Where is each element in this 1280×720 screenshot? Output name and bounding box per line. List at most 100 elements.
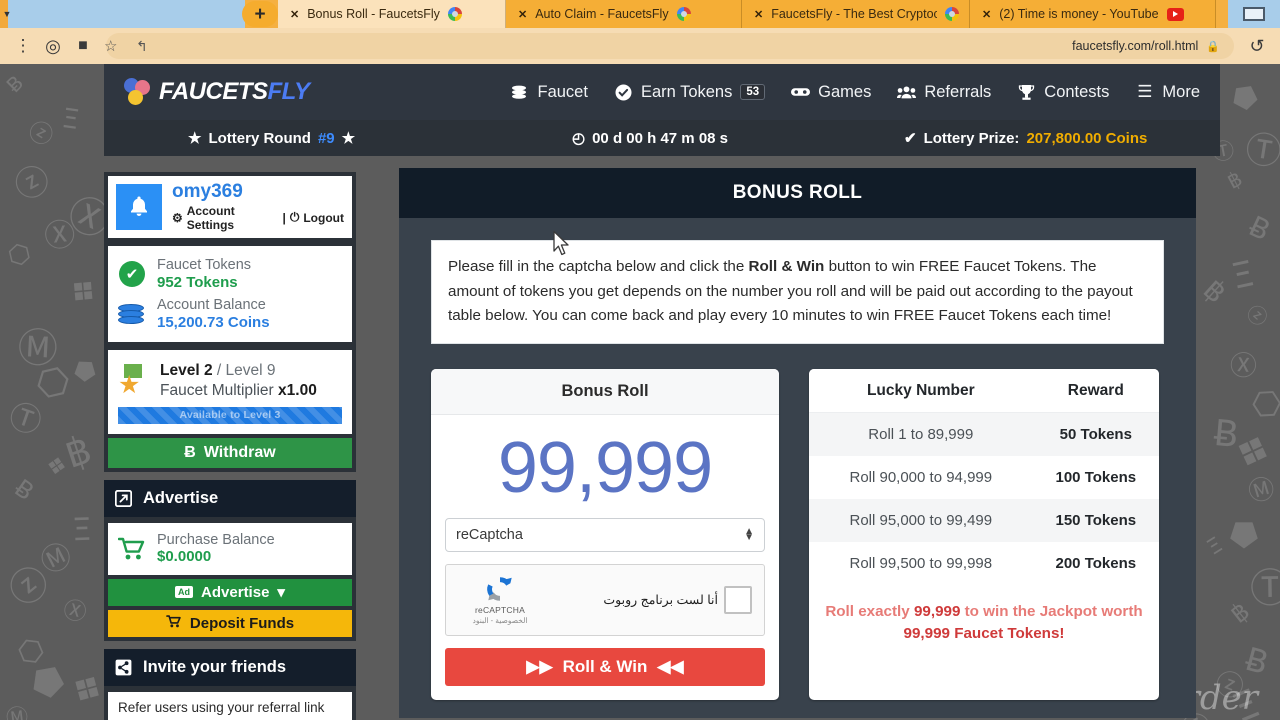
account-settings-link[interactable]: Account Settings bbox=[187, 204, 279, 232]
main-content: BONUS ROLL Please fill in the captcha be… bbox=[399, 168, 1196, 718]
bonus-roll-card: Bonus Roll 99,999 reCaptcha ▲ ▼ reCAPTCH… bbox=[431, 368, 779, 700]
page-viewport: Ƀ Ξⓩ Ⓧ ⬡ ❖ Ⓜ ⬟ Ⓣ ฿ Ƀ Ξⓩ Ⓧ ⬡ ❖ Ⓜ ⬟ Ⓣ ฿ Ƀ Ξⓩ Ⓧ ⬡ ❖ Ⓜ ⬟ Ⓣ ฿ Ƀ Ξⓩ Ⓧ ⬡ ❖ Ⓜ ⬟ Ⓣ ฿… bbox=[0, 64, 1280, 720]
withdraw-label: Withdraw bbox=[203, 443, 276, 461]
browser-tabstrip: ▼ + ✕ Bonus Roll - FaucetsFly ✕ Auto Cla… bbox=[0, 0, 1280, 28]
table-row: Roll 99,500 to 99,998 200 Tokens bbox=[809, 542, 1159, 585]
username: omy369 bbox=[172, 181, 243, 202]
advertise-section-header: Advertise bbox=[104, 479, 356, 517]
browser-tab-3[interactable]: ✕ (2) Time is money - YouTube bbox=[970, 0, 1216, 28]
browser-tab-2[interactable]: ✕ FaucetsFly - The Best Cryptocurr bbox=[742, 0, 970, 28]
lottery-timer: ◴ 00 d 00 h 47 m 08 s bbox=[572, 129, 728, 148]
nav-item-contests[interactable]: Contests bbox=[1017, 83, 1109, 102]
new-tab-button[interactable]: + bbox=[242, 1, 278, 27]
browser-toolbar: ⋮ ◎ ■ ☆ ↰ faucetsfly.com/roll.html 🔒 ↺ bbox=[0, 28, 1280, 64]
share-icon[interactable]: ↰ bbox=[136, 38, 148, 55]
payout-range: Roll 1 to 89,999 bbox=[809, 412, 1033, 456]
tab-close-icon[interactable]: ✕ bbox=[982, 8, 991, 21]
external-link-icon bbox=[114, 489, 133, 508]
advertise-header-label: Advertise bbox=[143, 488, 219, 507]
level-panel: ★ Level 2 / Level 9 Faucet Multiplier x1… bbox=[104, 345, 356, 472]
browser-tab-1[interactable]: ✕ Auto Claim - FaucetsFly bbox=[506, 0, 742, 28]
nav-item-referrals[interactable]: Referrals bbox=[897, 83, 991, 102]
roll-and-win-label: Roll & Win bbox=[562, 656, 648, 676]
instructions-text-1: Please fill in the captcha below and cli… bbox=[448, 258, 749, 275]
panel-icon[interactable]: ■ bbox=[68, 31, 98, 61]
stat-label: Account Balance bbox=[157, 296, 266, 313]
chrome-icon bbox=[945, 7, 959, 21]
cards-row: Bonus Roll 99,999 reCaptcha ▲ ▼ reCAPTCH… bbox=[431, 368, 1164, 700]
purchase-balance-card: Purchase Balance $0.0000 bbox=[108, 522, 352, 575]
brand-name-part2: FLY bbox=[267, 78, 311, 105]
advertise-button-label: Advertise bbox=[201, 583, 270, 601]
browser-tab-0[interactable]: ✕ Bonus Roll - FaucetsFly bbox=[278, 0, 506, 28]
purchase-balance-value: $0.0000 bbox=[157, 548, 212, 566]
captcha-type-select[interactable]: reCaptcha ▲ ▼ bbox=[445, 517, 765, 552]
nav-item-faucet[interactable]: Faucet bbox=[510, 83, 588, 102]
tab-title: Auto Claim - FaucetsFly bbox=[535, 7, 669, 21]
table-row: Roll 95,000 to 99,499 150 Tokens bbox=[809, 498, 1159, 542]
recaptcha-terms-label[interactable]: الخصوصية - البنود bbox=[472, 616, 527, 625]
nav-label: Referrals bbox=[924, 82, 992, 101]
sidebar: omy369 ⚙ Account Settings | ⏻ Logout ✔ F… bbox=[104, 172, 356, 720]
page-title: BONUS ROLL bbox=[399, 168, 1196, 218]
jackpot-pre: Roll exactly bbox=[825, 602, 914, 620]
bell-icon[interactable] bbox=[116, 183, 162, 230]
mouse-cursor bbox=[553, 230, 569, 256]
level-separator: / bbox=[216, 361, 222, 379]
compass-icon[interactable]: ◎ bbox=[38, 31, 68, 61]
nav-item-more[interactable]: ☰ More bbox=[1135, 82, 1200, 102]
check-circle-icon bbox=[614, 83, 633, 102]
recaptcha-label: أنا لست برنامج روبوت bbox=[603, 593, 718, 608]
payout-table: Lucky Number Reward Roll 1 to 89,999 50 … bbox=[809, 368, 1159, 585]
level-progress-bar: Available to Level 3 bbox=[118, 406, 342, 424]
site-logo[interactable]: FAUCETSFLY bbox=[124, 78, 310, 106]
level-current: Level 2 bbox=[160, 361, 213, 379]
nav-item-games[interactable]: Games bbox=[791, 83, 871, 102]
advertise-button[interactable]: Ad Advertise ▾ bbox=[108, 578, 352, 606]
tab-close-icon[interactable]: ✕ bbox=[290, 8, 299, 21]
rewind-icon: ◀◀ bbox=[657, 656, 684, 676]
recaptcha-widget[interactable]: reCAPTCHA الخصوصية - البنود أنا لست برنا… bbox=[445, 563, 765, 636]
chevron-down-icon: ▾ bbox=[277, 584, 285, 602]
recaptcha-checkbox[interactable] bbox=[724, 585, 752, 614]
table-row: Roll 90,000 to 94,999 100 Tokens bbox=[809, 456, 1159, 499]
chrome-icon bbox=[447, 7, 462, 21]
tab-title: FaucetsFly - The Best Cryptocurr bbox=[771, 7, 937, 21]
trophy-icon bbox=[1017, 83, 1036, 102]
cart-icon bbox=[166, 614, 182, 632]
gear-icon[interactable]: ⚙ bbox=[172, 211, 183, 225]
check-circle-icon: ✔ bbox=[118, 260, 146, 288]
roll-and-win-button[interactable]: ▶▶ Roll & Win ◀◀ bbox=[445, 647, 765, 686]
coins-stack-icon bbox=[118, 300, 146, 328]
jackpot-mid: to win the Jackpot worth bbox=[960, 602, 1143, 620]
gamepad-icon bbox=[791, 83, 811, 102]
logout-link[interactable]: Logout bbox=[303, 211, 344, 225]
advertise-panel: Purchase Balance $0.0000 Ad Advertise ▾ … bbox=[104, 516, 356, 641]
level-max: Level 9 bbox=[225, 361, 276, 379]
reload-icon[interactable]: ↺ bbox=[1242, 31, 1272, 61]
users-icon bbox=[897, 83, 917, 102]
level-card: ★ Level 2 / Level 9 Faucet Multiplier x1… bbox=[108, 349, 352, 434]
chrome-icon bbox=[676, 7, 691, 21]
deposit-funds-button[interactable]: Deposit Funds bbox=[108, 609, 352, 637]
link-separator: | bbox=[282, 210, 286, 225]
nav-item-earn-tokens[interactable]: Earn Tokens 53 bbox=[614, 83, 766, 102]
youtube-icon bbox=[1166, 7, 1184, 21]
tab-close-icon[interactable]: ✕ bbox=[518, 8, 527, 21]
payout-col-reward: Reward bbox=[1032, 368, 1159, 413]
power-icon[interactable]: ⏻ bbox=[290, 210, 300, 225]
main-body: Please fill in the captcha below and cli… bbox=[399, 218, 1196, 718]
instructions-box: Please fill in the captcha below and cli… bbox=[431, 240, 1164, 344]
stat-value: 15,200.73 Coins bbox=[157, 313, 270, 331]
window-controls[interactable] bbox=[1228, 0, 1280, 28]
withdraw-button[interactable]: Ƀ Withdraw bbox=[108, 437, 352, 468]
menu-icon[interactable]: ⋮ bbox=[8, 31, 38, 61]
stat-value: 952 Tokens bbox=[157, 273, 238, 291]
bookmark-star-icon[interactable]: ☆ bbox=[104, 37, 117, 55]
tab-close-icon[interactable]: ✕ bbox=[754, 8, 763, 21]
star-icon: ★ bbox=[341, 130, 356, 147]
purchase-balance-label: Purchase Balance bbox=[157, 531, 275, 548]
tabstrip-scroll-left-icon[interactable]: ▼ bbox=[0, 0, 14, 28]
restore-window-icon[interactable] bbox=[1243, 7, 1265, 21]
address-bar[interactable]: ☆ ↰ faucetsfly.com/roll.html 🔒 bbox=[104, 33, 1234, 59]
